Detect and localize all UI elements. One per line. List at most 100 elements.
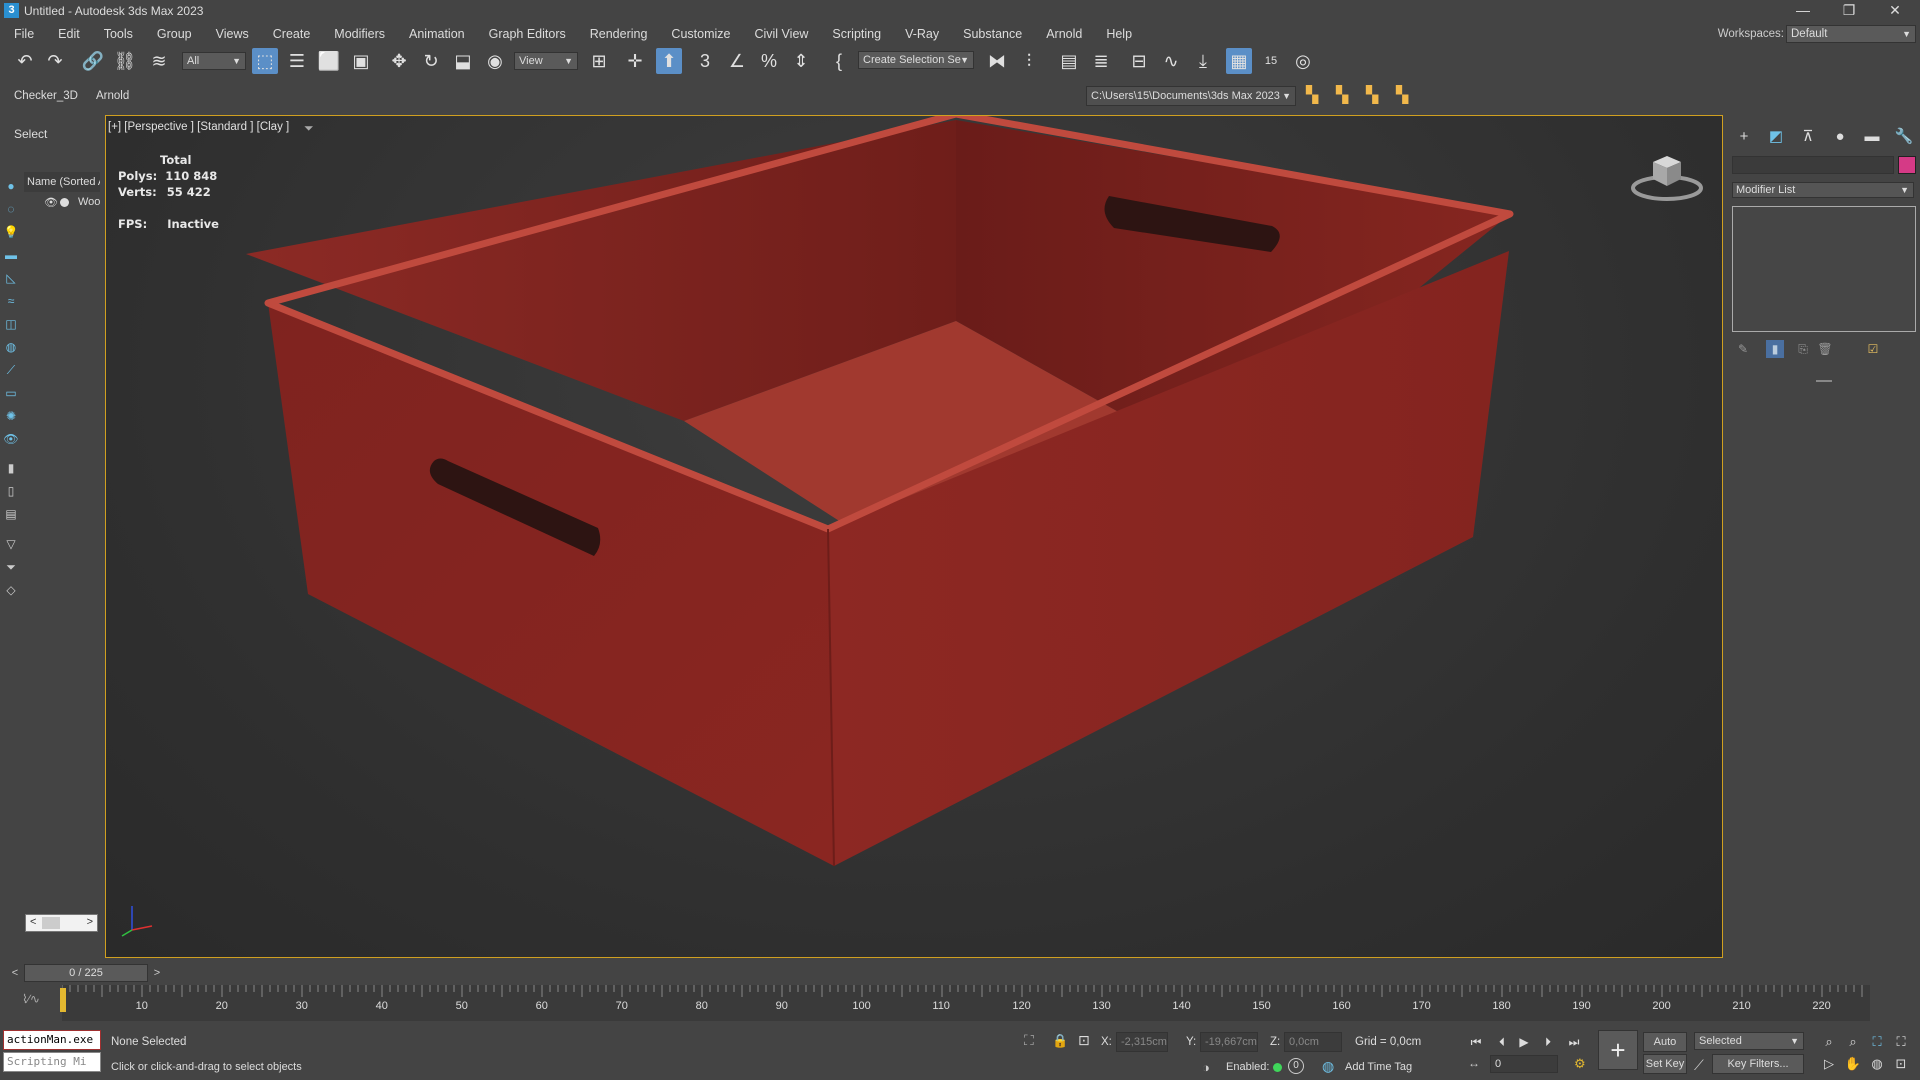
render-setup-icon[interactable]: 15 (1258, 48, 1284, 74)
scene-explorer-scrollbar[interactable]: < > (25, 914, 98, 932)
display-cameras-icon[interactable]: ▬ (3, 247, 19, 263)
align-icon[interactable]: ⫶ (1016, 48, 1042, 74)
curve-editor-icon[interactable]: ∿ (1158, 48, 1184, 74)
move-icon[interactable]: ✥ (386, 48, 412, 74)
object-name-field[interactable] (1732, 156, 1894, 174)
link-icon[interactable]: 🔗 (80, 48, 106, 74)
sort-icon[interactable]: ▽ (3, 536, 19, 552)
pan-view-icon[interactable]: ✋ (1844, 1055, 1862, 1073)
edit-named-selection-icon[interactable]: { (826, 48, 852, 74)
bind-space-warp-icon[interactable]: ≋ (146, 48, 172, 74)
current-frame-field[interactable]: 0 (1490, 1055, 1558, 1073)
render-frame-icon[interactable]: ◎ (1290, 48, 1316, 74)
menu-edit[interactable]: Edit (46, 22, 92, 46)
menu-rendering[interactable]: Rendering (578, 22, 660, 46)
snaps-toggle-icon[interactable]: 3 (692, 48, 718, 74)
minimize-button[interactable]: — (1780, 0, 1826, 22)
menu-scripting[interactable]: Scripting (820, 22, 893, 46)
display-invert-icon[interactable]: ▤ (3, 506, 19, 522)
display-tab-icon[interactable]: ▬ (1859, 127, 1885, 147)
unlink-icon[interactable]: ⛓ (112, 48, 138, 74)
window-crossing-icon[interactable]: ▣ (348, 48, 374, 74)
scene-explorer-icon[interactable]: ▤ (1056, 48, 1082, 74)
display-helpers-icon[interactable]: ◺ (3, 270, 19, 286)
display-geometry-icon[interactable]: ● (3, 178, 19, 194)
layer-icon[interactable]: ◇ (3, 582, 19, 598)
zoom-all-icon[interactable]: ⌕ (1844, 1033, 1862, 1051)
menu-modifiers[interactable]: Modifiers (322, 22, 397, 46)
menu-create[interactable]: Create (261, 22, 323, 46)
reference-coordinate-dropdown[interactable]: View ▼ (514, 52, 578, 70)
spinner-snap-icon[interactable]: ⇕ (788, 48, 814, 74)
undo-icon[interactable]: ↶ (12, 48, 38, 74)
select-manipulate-icon[interactable]: ✛ (622, 48, 648, 74)
close-button[interactable]: ✕ (1872, 0, 1918, 22)
object-color-swatch[interactable] (1898, 156, 1916, 174)
x-coordinate-field[interactable]: -2,315cm (1116, 1032, 1168, 1052)
orbit-icon[interactable]: ◍ (1868, 1055, 1886, 1073)
display-containers-icon[interactable]: ▭ (3, 385, 19, 401)
material-editor-icon[interactable]: ▦ (1226, 48, 1252, 74)
project-folder-icon[interactable]: ▚ (1302, 86, 1322, 106)
maxscript-listener-input[interactable]: actionMan.exe (3, 1030, 101, 1050)
menu-tools[interactable]: Tools (92, 22, 145, 46)
restore-button[interactable]: ❐ (1826, 0, 1872, 22)
display-groups-icon[interactable]: ◫ (3, 316, 19, 332)
display-space-warps-icon[interactable]: ≈ (3, 293, 19, 309)
selection-filter-dropdown[interactable]: All ▼ (182, 52, 246, 70)
keyboard-shortcut-override-icon[interactable]: ⬆ (656, 48, 682, 74)
perspective-viewport[interactable] (105, 115, 1723, 958)
menu-file[interactable]: File (2, 22, 46, 46)
place-icon[interactable]: ◉ (482, 48, 508, 74)
rectangular-selection-icon[interactable]: ⬜ (316, 48, 342, 74)
time-slider[interactable]: < 0 / 225 > (8, 964, 165, 982)
display-lights-icon[interactable]: 💡 (3, 224, 19, 240)
default-tangents-icon[interactable]: ⟋ (1694, 1057, 1704, 1074)
display-all-icon[interactable]: ▮ (3, 460, 19, 476)
next-frame-icon[interactable]: > (150, 964, 164, 982)
filter-icon[interactable]: ⏷ (3, 559, 19, 575)
scene-explorer-select-label[interactable]: Select (14, 127, 47, 141)
auto-key-button[interactable]: Auto Key (1643, 1032, 1687, 1066)
scroll-thumb[interactable] (42, 917, 60, 929)
tab-checker-3d[interactable]: Checker_3D (14, 90, 78, 102)
tab-arnold[interactable]: Arnold (96, 90, 129, 102)
scene-tree-row[interactable]: 👁 Woo (24, 194, 100, 212)
configure-modifier-sets-icon[interactable]: ☑ (1864, 340, 1882, 358)
adaptive-degradation-icon[interactable]: ◑ (1202, 1060, 1210, 1075)
layer-explorer-icon[interactable]: ≣ (1088, 48, 1114, 74)
key-selection-set-dropdown[interactable]: Selected ▼ (1694, 1032, 1804, 1050)
selection-lock-icon[interactable]: 🔒 (1052, 1033, 1068, 1049)
motion-tab-icon[interactable]: ● (1827, 127, 1853, 147)
time-tag-icon[interactable]: ◍ (1322, 1058, 1334, 1075)
display-frozen-icon[interactable]: 👁 (3, 431, 19, 447)
absolute-mode-transform-icon[interactable]: ⊡ (1078, 1032, 1090, 1049)
hierarchy-tab-icon[interactable]: ⊼ (1795, 127, 1821, 147)
menu-animation[interactable]: Animation (397, 22, 477, 46)
current-frame-marker[interactable] (60, 988, 66, 1012)
menu-arnold[interactable]: Arnold (1034, 22, 1094, 46)
create-tab-icon[interactable]: + (1731, 127, 1757, 147)
angle-snap-icon[interactable]: ∠ (724, 48, 750, 74)
zoom-icon[interactable]: ⌕ (1820, 1033, 1838, 1051)
select-object-icon[interactable]: ⬚ (252, 48, 278, 74)
scroll-right-icon[interactable]: > (87, 916, 93, 928)
menu-graph-editors[interactable]: Graph Editors (477, 22, 578, 46)
pivot-center-icon[interactable]: ⊞ (586, 48, 612, 74)
schematic-view-icon[interactable]: ⤓ (1190, 48, 1216, 74)
previous-frame-icon[interactable]: < (8, 964, 22, 982)
zoom-extents-icon[interactable]: ⛶ (1868, 1033, 1886, 1051)
project-structure-icon[interactable]: ▚ (1392, 86, 1412, 106)
play-icon[interactable]: ▶ (1514, 1032, 1534, 1052)
modifier-stack[interactable] (1732, 206, 1916, 332)
display-bones-icon[interactable]: ⟋ (3, 362, 19, 378)
visibility-eye-icon[interactable]: 👁 (44, 196, 58, 209)
previous-key-icon[interactable]: ⏴ (1492, 1032, 1512, 1052)
menu-civil-view[interactable]: Civil View (742, 22, 820, 46)
display-shapes-icon[interactable]: ◌ (3, 201, 19, 217)
make-unique-icon[interactable]: ⎘ (1794, 340, 1812, 358)
named-selection-set-dropdown[interactable]: Create Selection Se ▼ (858, 51, 974, 69)
project-settings-icon[interactable]: ▚ (1362, 86, 1382, 106)
field-of-view-icon[interactable]: ▷ (1820, 1055, 1838, 1073)
track-bar[interactable] (62, 985, 1870, 1021)
